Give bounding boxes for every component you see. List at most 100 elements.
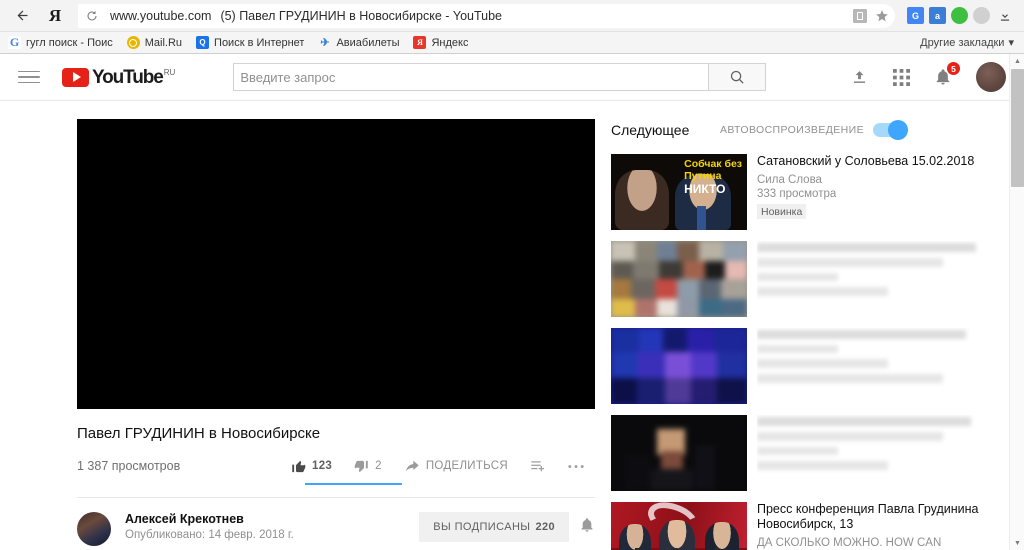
address-bar[interactable]: www.youtube.com (5) Павел ГРУДИНИН в Нов… [78, 4, 895, 28]
page-scrollbar[interactable]: ▲ ▼ [1009, 54, 1024, 550]
blurred-views-line [757, 374, 943, 383]
back-arrow-icon[interactable] [8, 2, 36, 30]
watch-layout: Павел ГРУДИНИН в Новосибирске 1 387 прос… [0, 101, 1024, 550]
thumbs-up-icon [291, 459, 306, 474]
globe-extension[interactable] [973, 7, 990, 24]
video-thumbnail[interactable] [611, 328, 747, 404]
bookmarks-bar: G гугл поиск - Поис Mail.Ru Q Поиск в Ин… [0, 31, 1024, 53]
share-button[interactable]: ПОДЕЛИТЬСЯ [393, 455, 519, 477]
more-options-icon [568, 464, 584, 469]
blurred-title-line [757, 330, 966, 339]
video-thumbnail[interactable] [611, 415, 747, 491]
thumbnail-overlay-text: Собчак без Путина НИКТО [684, 158, 742, 195]
autoplay-control: АВТОВОСПРОИЗВЕДЕНИЕ [720, 123, 907, 137]
apps-grid-icon[interactable] [893, 69, 910, 86]
video-actions: 123 2 ПОДЕЛИТЬСЯ [280, 455, 595, 477]
save-to-playlist-button[interactable] [519, 455, 557, 477]
list-item[interactable] [611, 415, 995, 491]
video-thumbnail[interactable]: Собчак без Путина НИКТО [611, 154, 747, 230]
subscribe-label: ВЫ ПОДПИСАНЫ [433, 521, 530, 533]
subscribe-area: ВЫ ПОДПИСАНЫ 220 [419, 512, 595, 542]
video-info [757, 415, 995, 491]
video-thumbnail[interactable] [611, 241, 747, 317]
video-info: Сатановский у Соловьева 15.02.2018 Сила … [757, 154, 995, 230]
subscribe-button[interactable]: ВЫ ПОДПИСАНЫ 220 [419, 512, 569, 542]
blurred-title-line [757, 345, 838, 353]
search-bar [233, 63, 766, 91]
search-input[interactable] [233, 63, 708, 91]
video-info: Пресс конференция Павла Грудинина Новоси… [757, 502, 995, 550]
mailru-icon [127, 36, 140, 49]
download-icon[interactable] [994, 5, 1016, 27]
youtube-play-icon [62, 68, 89, 87]
video-title: Сатановский у Соловьева 15.02.2018 [757, 154, 995, 169]
notification-bell-icon[interactable] [579, 517, 595, 538]
bookmark-mailru[interactable]: Mail.Ru [127, 36, 182, 49]
blurred-title-line [757, 258, 943, 267]
upload-icon[interactable] [850, 68, 869, 87]
autoplay-toggle[interactable] [873, 123, 907, 137]
bookmark-star-icon[interactable] [873, 7, 891, 25]
search-blue-icon: Q [196, 36, 209, 49]
autoplay-label: АВТОВОСПРОИЗВЕДЕНИЕ [720, 124, 864, 136]
add-to-playlist-icon [530, 458, 546, 474]
omnibox-actions [851, 4, 891, 28]
bookmark-yandex[interactable]: Я Яндекс [413, 36, 468, 49]
masthead-actions: 5 [850, 62, 1006, 92]
shield-extension[interactable] [951, 7, 968, 24]
view-count: 1 387 просмотров [77, 459, 180, 473]
blurred-title-line [757, 432, 943, 441]
secondary-column: Следующее АВТОВОСПРОИЗВЕДЕНИЕ Собчак без… [595, 119, 995, 550]
video-player[interactable] [77, 119, 595, 409]
dislike-button[interactable]: 2 [343, 455, 393, 477]
overlay-line-2: Путина [684, 170, 742, 182]
dislike-count: 2 [375, 460, 382, 472]
blurred-channel-line [757, 447, 838, 455]
scrollbar-thumb[interactable] [1011, 69, 1024, 187]
adblock-extension[interactable]: a [929, 7, 946, 24]
more-options-button[interactable] [557, 455, 595, 477]
subscriber-count: 220 [535, 521, 555, 533]
reader-mode-icon[interactable] [851, 7, 869, 25]
blurred-title-line [757, 243, 976, 252]
other-bookmarks-button[interactable]: Другие закладки ▾ [920, 36, 1014, 49]
bookmark-label: Поиск в Интернет [214, 37, 304, 49]
bookmark-internet-search[interactable]: Q Поиск в Интернет [196, 36, 304, 49]
list-item[interactable]: Пресс конференция Павла Грудинина Новоси… [611, 502, 995, 550]
google-icon: G [8, 36, 21, 49]
list-item[interactable] [611, 328, 995, 404]
video-thumbnail[interactable] [611, 502, 747, 550]
channel-info: Алексей Крекотнев Опубликовано: 14 февр.… [125, 512, 294, 541]
reload-icon[interactable] [82, 6, 102, 26]
browser-chrome: Я www.youtube.com (5) Павел ГРУДИНИН в Н… [0, 0, 1024, 54]
publish-date: Опубликовано: 14 февр. 2018 г. [125, 529, 294, 541]
like-button[interactable]: 123 [280, 455, 343, 477]
yandex-icon: Я [413, 36, 426, 49]
extension-icons: G a [907, 7, 990, 24]
bookmark-avia[interactable]: ✈ Авиабилеты [318, 36, 399, 49]
thumbs-down-icon [354, 459, 369, 474]
like-count: 123 [312, 460, 332, 472]
channel-row: Алексей Крекотнев Опубликовано: 14 февр.… [77, 512, 595, 546]
chevron-down-icon: ▾ [1008, 36, 1014, 49]
list-item[interactable] [611, 241, 995, 317]
bookmark-google-search[interactable]: G гугл поиск - Поис [8, 36, 113, 49]
section-divider [77, 497, 595, 498]
hamburger-menu-icon[interactable] [18, 71, 40, 84]
channel-avatar[interactable] [77, 512, 111, 546]
other-bookmarks-label: Другие закладки [920, 37, 1004, 49]
airplane-icon: ✈ [318, 36, 331, 49]
browser-toolbar: Я www.youtube.com (5) Павел ГРУДИНИН в Н… [0, 0, 1024, 31]
google-translate-extension[interactable]: G [907, 7, 924, 24]
search-button[interactable] [708, 63, 766, 91]
user-avatar[interactable] [976, 62, 1006, 92]
blurred-views-line [757, 287, 888, 296]
youtube-logo-text: YouTube [92, 68, 163, 87]
blurred-views-line [757, 461, 888, 470]
list-item[interactable]: Собчак без Путина НИКТО Сатановский у Со… [611, 154, 995, 230]
channel-name[interactable]: Алексей Крекотнев [125, 512, 294, 526]
youtube-logo[interactable]: YouTube RU [62, 68, 175, 87]
scroll-up-icon[interactable]: ▲ [1010, 54, 1024, 68]
notifications-bell-icon[interactable]: 5 [934, 68, 952, 86]
scroll-down-icon[interactable]: ▼ [1010, 536, 1024, 550]
